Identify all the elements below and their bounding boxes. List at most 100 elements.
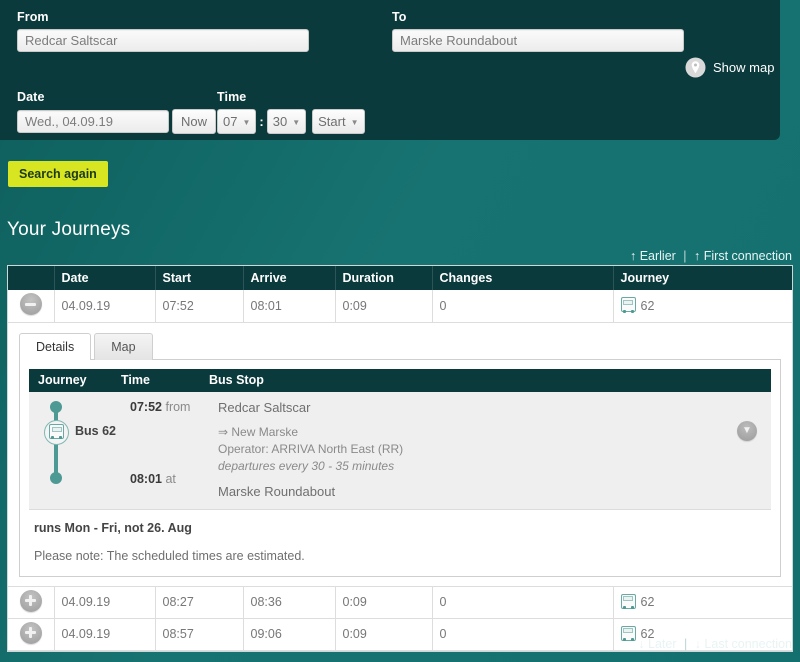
show-map-label: Show map <box>713 60 775 75</box>
time-label: Time <box>217 90 247 104</box>
search-panel: From To Show map Date Now Time 07 ▼ <box>0 0 780 140</box>
cell-arrive: 08:01 <box>243 290 336 323</box>
leg-arrival-time: 08:01 at <box>130 471 176 486</box>
departure-mode-value: Start <box>318 114 346 129</box>
page-title: Your Journeys <box>7 219 131 240</box>
journeys-table: Date Start Arrive Duration Changes Journ… <box>8 266 792 651</box>
detail-header-row: Journey Time Bus Stop <box>29 368 771 392</box>
leg-line-label: Bus 62 <box>75 423 116 438</box>
leg-direction: ⇒ New Marske <box>218 424 299 439</box>
departure-mode-select[interactable]: Start ▼ <box>312 109 365 134</box>
chevron-down-icon: ▼ <box>350 118 359 127</box>
leg-times: 07:52 from 08:01 at <box>130 400 218 499</box>
bus-icon <box>620 297 636 314</box>
col-start: Start <box>155 266 244 290</box>
cell-date: 04.09.19 <box>54 290 156 323</box>
tab-details[interactable]: Details <box>19 332 92 360</box>
detail-row: Details Map Journey Time Bus Stop Bus 62… <box>8 322 792 587</box>
minus-circle-icon[interactable] <box>19 293 42 316</box>
notes-please-note: Please note: The scheduled times are est… <box>34 548 305 563</box>
date-field-group: Date Now <box>17 90 217 134</box>
bus-icon <box>620 625 636 643</box>
cell-start: 07:52 <box>155 290 244 323</box>
date-label: Date <box>17 90 45 104</box>
journey-line-number: 62 <box>640 298 655 313</box>
col-date: Date <box>54 266 156 290</box>
table-row[interactable]: 04.09.19 08:27 08:36 0:09 0 62 <box>8 586 792 619</box>
cell-start: 08:57 <box>155 618 244 651</box>
detail-notes: runs Mon - Fri, not 26. Aug Please note:… <box>20 509 780 576</box>
map-pin-icon <box>685 57 706 78</box>
plus-circle-icon[interactable] <box>19 589 42 612</box>
to-field-group: To <box>392 10 684 52</box>
detail-col-stop: Bus Stop <box>209 373 264 387</box>
cell-changes: 0 <box>432 618 614 651</box>
leg-graphic: Bus 62 <box>29 400 130 499</box>
leg-stops: Redcar Saltscar ⇒ New Marske Operator: A… <box>218 400 771 499</box>
col-changes: Changes <box>432 266 614 290</box>
date-input[interactable] <box>17 110 169 133</box>
hour-select[interactable]: 07 ▼ <box>217 109 257 134</box>
now-button[interactable]: Now <box>172 109 217 134</box>
leg-frequency: departures every 30 - 35 minutes <box>218 458 395 473</box>
bus-icon <box>44 419 69 445</box>
table-row[interactable]: 04.09.19 07:52 08:01 0:09 0 62 <box>8 290 792 323</box>
cell-date: 04.09.19 <box>54 586 156 619</box>
search-again-button[interactable]: Search again <box>8 161 108 187</box>
tab-map[interactable]: Map <box>94 332 153 360</box>
detail-col-time: Time <box>121 373 150 387</box>
row-expand-cell[interactable] <box>8 586 55 619</box>
chevron-down-icon: ▼ <box>242 118 251 127</box>
leg-departure-time: 07:52 from <box>130 399 191 414</box>
hour-value: 07 <box>223 114 238 129</box>
col-duration: Duration <box>335 266 433 290</box>
table-header-row: Date Start Arrive Duration Changes Journ… <box>8 266 792 290</box>
chevron-down-icon[interactable]: ▼ <box>737 420 757 441</box>
to-label: To <box>392 10 407 24</box>
minute-select[interactable]: 30 ▼ <box>266 109 307 134</box>
minute-value: 30 <box>272 114 288 129</box>
leg-dot-end <box>50 471 62 484</box>
journey-line-number: 62 <box>640 595 655 609</box>
leg-departure-stop: Redcar Saltscar <box>218 399 311 415</box>
detail-tabs: Details Map <box>19 332 781 360</box>
col-toggle <box>8 266 55 290</box>
leg-operator: Operator: ARRIVA North East (RR) <box>218 441 404 456</box>
detail-leg: Bus 62 07:52 from 08:01 at Redcar Saltsc… <box>29 391 771 510</box>
nav-separator: | <box>683 637 688 651</box>
nav-separator: | <box>683 249 687 263</box>
plus-circle-icon[interactable] <box>19 621 42 644</box>
show-map-button[interactable]: Show map <box>685 57 774 78</box>
col-journey: Journey <box>613 266 792 290</box>
from-field-group: From <box>17 10 309 52</box>
col-arrive: Arrive <box>243 266 336 290</box>
row-collapse-cell[interactable] <box>8 290 55 323</box>
first-connection-link[interactable]: ↑ First connection <box>694 249 792 263</box>
row-expand-cell[interactable] <box>8 618 55 651</box>
time-separator: : <box>259 114 264 129</box>
notes-runs: runs Mon - Fri, not 26. Aug <box>34 520 192 535</box>
leg-arrival-stop: Marske Roundabout <box>218 483 336 499</box>
chevron-down-icon: ▼ <box>292 118 301 127</box>
cell-duration: 0:09 <box>335 618 433 651</box>
last-connection-link[interactable]: ↓ Last connection <box>695 637 792 651</box>
earlier-link[interactable]: ↑ Earlier <box>630 249 676 263</box>
bus-icon <box>620 593 636 611</box>
cell-arrive: 09:06 <box>243 618 336 651</box>
cell-arrive: 08:36 <box>243 586 336 619</box>
later-link[interactable]: ↓ Later <box>638 637 676 651</box>
to-input[interactable] <box>392 29 684 52</box>
detail-tab-body: Journey Time Bus Stop Bus 62 07:52 from … <box>19 358 781 577</box>
cell-journey: 62 <box>613 586 792 619</box>
bottom-nav-links: ↓ Later | ↓ Last connection <box>638 637 792 651</box>
detail-cell: Details Map Journey Time Bus Stop Bus 62… <box>8 322 792 587</box>
top-nav-links: ↑ Earlier | ↑ First connection <box>630 249 792 263</box>
leg-dot-start <box>50 400 62 413</box>
time-field-group: Time 07 ▼ : 30 ▼ Start ▼ <box>217 90 365 134</box>
results-container: Date Start Arrive Duration Changes Journ… <box>7 265 793 652</box>
from-input[interactable] <box>17 29 309 52</box>
cell-duration: 0:09 <box>335 290 433 323</box>
cell-changes: 0 <box>432 586 614 619</box>
from-label: From <box>17 10 49 24</box>
cell-date: 04.09.19 <box>54 618 156 651</box>
